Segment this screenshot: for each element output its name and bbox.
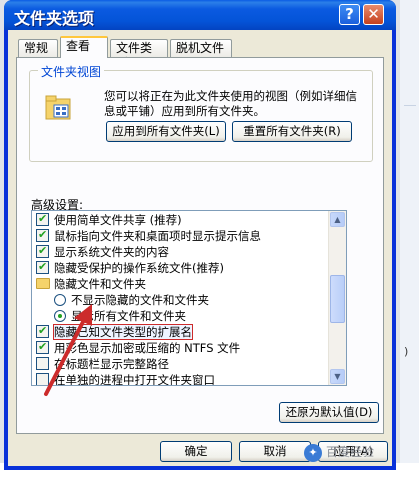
dialog-title: 文件夹选项 (14, 9, 95, 28)
checkbox[interactable] (36, 243, 49, 259)
restore-defaults-button[interactable]: 还原为默认值(D) (279, 402, 379, 423)
folder-views-group: 文件夹视图 您可以将正在为此文件夹使用的视图（例如详细信息或平铺）应用到所有文件… (29, 63, 373, 162)
cancel-button[interactable]: 取消 (239, 441, 311, 462)
list-item-label: 隐藏文件和文件夹 (54, 277, 146, 291)
close-button[interactable]: ✕ (363, 4, 384, 25)
dialog-client-area: 常规 查看 文件类型 脱机文件 文件夹视图 您可以将正在为此文件夹使用的视图（例… (8, 30, 392, 466)
help-button[interactable]: ? (339, 4, 360, 25)
watermark-text: 百度经验 (326, 445, 375, 459)
folder-views-legend: 文件夹视图 (38, 63, 105, 80)
list-item: 隐藏文件和文件夹 (36, 276, 146, 292)
scroll-up-arrow-icon[interactable]: ▲ (330, 212, 345, 227)
list-item-label: 鼠标指向文件夹和桌面项时显示提示信息 (54, 229, 261, 243)
background-text: ) (404, 345, 409, 358)
folder-icon (36, 278, 50, 289)
ok-button[interactable]: 确定 (160, 441, 232, 462)
folder-views-description: 您可以将正在为此文件夹使用的视图（例如详细信息或平铺）应用到所有文件夹。 (104, 89, 357, 118)
list-item-label: 显示系统文件夹的内容 (54, 245, 169, 259)
folder-view-icon (45, 95, 71, 120)
list-item[interactable]: 使用简单文件共享 (推荐) (36, 211, 182, 228)
scrollbar-thumb[interactable] (330, 275, 345, 323)
checkbox[interactable] (36, 211, 49, 227)
checkbox[interactable] (36, 227, 49, 243)
list-item[interactable]: 隐藏受保护的操作系统文件(推荐) (36, 259, 224, 276)
scroll-down-arrow-icon[interactable]: ▼ (330, 369, 345, 384)
title-bar[interactable]: 文件夹选项 ? ✕ (4, 0, 396, 30)
list-item-label: 使用简单文件共享 (推荐) (54, 213, 182, 227)
tab-offline-files[interactable]: 脱机文件 (170, 39, 232, 57)
list-item[interactable]: 鼠标指向文件夹和桌面项时显示提示信息 (36, 227, 261, 244)
background-window (400, 0, 419, 489)
checkbox[interactable] (36, 259, 49, 275)
baidu-paw-icon: ✦ (304, 443, 322, 462)
tab-file-types[interactable]: 文件类型 (110, 39, 168, 70)
apply-to-all-folders-button[interactable]: 应用到所有文件夹(L) (106, 121, 226, 142)
watermark: ✦ 百度经验 (304, 443, 416, 467)
reset-all-folders-button[interactable]: 重置所有文件夹(R) (232, 121, 352, 142)
background-divider (404, 105, 416, 106)
list-item-label: 隐藏受保护的操作系统文件(推荐) (54, 261, 224, 275)
annotation-arrow-icon (44, 304, 92, 396)
tab-general[interactable]: 常规 (18, 39, 58, 57)
vertical-scrollbar[interactable]: ▲ ▼ (328, 211, 346, 385)
list-item[interactable]: 显示系统文件夹的内容 (36, 243, 169, 260)
tab-view[interactable]: 查看 (60, 36, 108, 58)
